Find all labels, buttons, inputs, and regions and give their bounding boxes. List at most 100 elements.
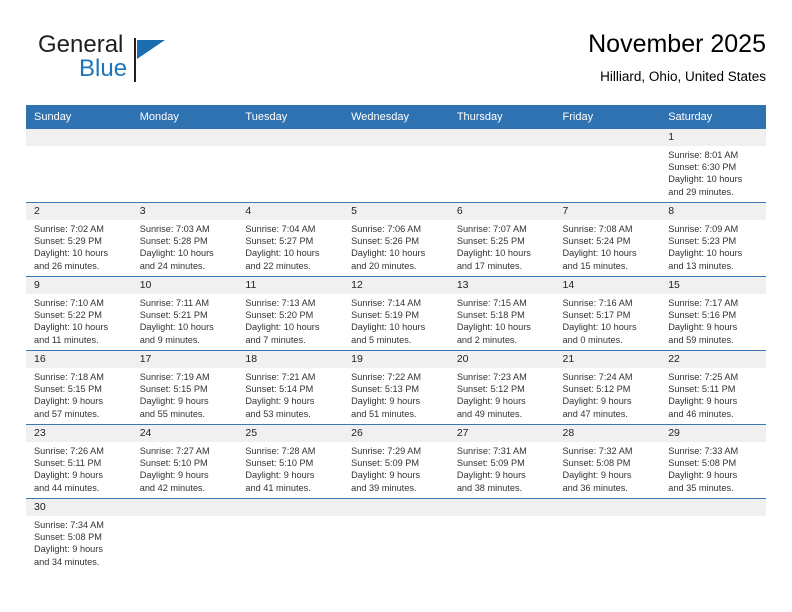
day-info-line: Sunset: 5:22 PM [34, 310, 102, 321]
calendar-day-cell[interactable]: 4 Sunrise: 7:04 AM Sunset: 5:27 PM Daylight… [237, 202, 344, 277]
calendar-day-cell[interactable]: 22 Sunrise: 7:25 AM Sunset: 5:11 PM Dayligh… [660, 350, 766, 425]
day-number: 21 [554, 351, 661, 368]
day-info-line: Sunset: 5:23 PM [668, 236, 737, 247]
calendar-empty-cell [343, 129, 449, 203]
day-number [343, 129, 449, 146]
calendar-empty-cell [26, 129, 132, 203]
day-number: 11 [237, 277, 344, 294]
weekday-header-friday: Friday [554, 105, 661, 129]
triangle-flag-icon [137, 40, 165, 59]
day-number: 19 [343, 351, 449, 368]
calendar-day-cell[interactable]: 24 Sunrise: 7:27 AM Sunset: 5:10 PM Dayligh… [131, 424, 238, 499]
day-cell-inner [554, 499, 661, 572]
day-info-line: Daylight: 10 hours [668, 174, 743, 185]
brand-name-blue: Blue [79, 55, 128, 82]
day-sun-info: Sunrise: 8:01 AM Sunset: 6:30 PM Daylight:… [660, 146, 766, 198]
calendar-day-cell[interactable]: 16 Sunrise: 7:18 AM Sunset: 5:15 PM Dayligh… [26, 350, 132, 425]
calendar-day-cell[interactable]: 3 Sunrise: 7:03 AM Sunset: 5:28 PM Daylight… [131, 202, 238, 277]
day-number: 20 [448, 351, 555, 368]
day-info-line: Daylight: 9 hours [668, 470, 738, 481]
day-info-line: Sunrise: 7:34 AM [34, 520, 104, 530]
day-cell-inner: 13 Sunrise: 7:15 AM Sunset: 5:18 PM Dayligh… [448, 277, 555, 350]
day-number: 26 [343, 425, 449, 442]
day-number [237, 129, 344, 146]
calendar-day-cell[interactable]: 8 Sunrise: 7:09 AM Sunset: 5:23 PM Daylight… [660, 202, 766, 277]
calendar-day-cell[interactable]: 15 Sunrise: 7:17 AM Sunset: 5:16 PM Dayligh… [660, 276, 766, 351]
day-info-line: Sunset: 5:21 PM [139, 310, 208, 321]
day-info-line: Daylight: 10 hours [139, 248, 214, 259]
day-info-line: Sunrise: 7:25 AM [668, 372, 739, 382]
calendar-day-cell[interactable]: 25 Sunrise: 7:28 AM Sunset: 5:10 PM Dayligh… [237, 424, 344, 499]
day-info-line: Daylight: 9 hours [34, 396, 103, 407]
day-number: 18 [237, 351, 344, 368]
day-number [554, 499, 661, 516]
day-sun-info: Sunrise: 7:09 AM Sunset: 5:23 PM Daylight:… [660, 220, 766, 272]
day-info-line: Daylight: 9 hours [456, 470, 526, 481]
day-info-line: Sunset: 5:27 PM [245, 236, 314, 247]
location-subtitle: Hilliard, Ohio, United States [600, 69, 766, 84]
calendar-week-row: 1 Sunrise: 8:01 AM Sunset: 6:30 PM Daylight… [26, 129, 766, 203]
day-info-line: Sunset: 5:11 PM [668, 384, 736, 395]
calendar-day-cell[interactable]: 1 Sunrise: 8:01 AM Sunset: 6:30 PM Daylight… [660, 129, 766, 203]
day-cell-inner: 30 Sunrise: 7:34 AM Sunset: 5:08 PM Dayligh… [26, 499, 132, 572]
calendar-header-row: Sunday Monday Tuesday Wednesday Thursday… [26, 105, 766, 129]
day-info-line: Sunset: 5:10 PM [139, 458, 208, 469]
calendar-day-cell[interactable]: 17 Sunrise: 7:19 AM Sunset: 5:15 PM Dayligh… [131, 350, 238, 425]
day-sun-info: Sunrise: 7:10 AM Sunset: 5:22 PM Daylight:… [26, 294, 132, 346]
brand-logo[interactable]: General Blue [38, 32, 218, 94]
day-number: 1 [660, 129, 766, 146]
calendar-day-cell[interactable]: 21 Sunrise: 7:24 AM Sunset: 5:12 PM Dayligh… [554, 350, 661, 425]
day-info-line: and 20 minutes. [351, 260, 417, 271]
calendar-day-cell[interactable]: 5 Sunrise: 7:06 AM Sunset: 5:26 PM Daylight… [343, 202, 449, 277]
day-info-line: Sunrise: 7:15 AM [456, 298, 527, 308]
day-number [26, 129, 132, 146]
brand-divider [134, 38, 136, 82]
day-sun-info: Sunrise: 7:24 AM Sunset: 5:12 PM Daylight:… [555, 368, 661, 420]
day-cell-inner [448, 129, 555, 202]
calendar-day-cell[interactable]: 13 Sunrise: 7:15 AM Sunset: 5:18 PM Dayligh… [448, 276, 555, 351]
day-info-line: and 38 minutes. [456, 482, 523, 493]
day-info-line: Sunrise: 8:01 AM [668, 150, 739, 160]
calendar-week-row: 9 Sunrise: 7:10 AM Sunset: 5:22 PM Daylight… [26, 276, 766, 351]
calendar-day-cell[interactable]: 23 Sunrise: 7:26 AM Sunset: 5:11 PM Dayligh… [26, 424, 132, 499]
day-info-line: Sunrise: 7:11 AM [139, 298, 209, 308]
day-info-line: and 29 minutes. [668, 186, 734, 197]
weekday-header-saturday: Saturday [660, 105, 766, 129]
calendar-day-cell[interactable]: 30 Sunrise: 7:34 AM Sunset: 5:08 PM Dayligh… [26, 498, 132, 572]
day-info-line: Sunset: 5:29 PM [34, 236, 102, 247]
calendar-day-cell[interactable]: 19 Sunrise: 7:22 AM Sunset: 5:13 PM Dayligh… [343, 350, 449, 425]
calendar-day-cell[interactable]: 10 Sunrise: 7:11 AM Sunset: 5:21 PM Dayligh… [131, 276, 238, 351]
day-info-line: Daylight: 9 hours [562, 396, 632, 407]
day-info-line: Sunset: 5:11 PM [34, 458, 102, 469]
day-info-line: and 34 minutes. [34, 556, 100, 567]
calendar-day-cell[interactable]: 2 Sunrise: 7:02 AM Sunset: 5:29 PM Daylight… [26, 202, 132, 277]
day-info-line: Sunset: 5:09 PM [351, 458, 420, 469]
day-info-line: Sunrise: 7:03 AM [139, 224, 210, 234]
calendar-day-cell[interactable]: 27 Sunrise: 7:31 AM Sunset: 5:09 PM Dayligh… [448, 424, 555, 499]
day-info-line: and 22 minutes. [245, 260, 311, 271]
day-info-line: Sunrise: 7:02 AM [34, 224, 104, 234]
day-info-line: Sunset: 5:10 PM [245, 458, 314, 469]
calendar-day-cell[interactable]: 14 Sunrise: 7:16 AM Sunset: 5:17 PM Dayligh… [554, 276, 661, 351]
calendar-day-cell[interactable]: 26 Sunrise: 7:29 AM Sunset: 5:09 PM Dayligh… [343, 424, 449, 499]
day-info-line: Daylight: 9 hours [668, 396, 738, 407]
calendar-day-cell[interactable]: 29 Sunrise: 7:33 AM Sunset: 5:08 PM Dayligh… [660, 424, 766, 499]
day-info-line: Sunset: 5:18 PM [456, 310, 525, 321]
day-cell-inner: 7 Sunrise: 7:08 AM Sunset: 5:24 PM Daylight… [554, 203, 661, 276]
calendar-day-cell[interactable]: 11 Sunrise: 7:13 AM Sunset: 5:20 PM Dayligh… [237, 276, 344, 351]
calendar-day-cell[interactable]: 18 Sunrise: 7:21 AM Sunset: 5:14 PM Dayligh… [237, 350, 344, 425]
calendar-day-cell[interactable]: 12 Sunrise: 7:14 AM Sunset: 5:19 PM Dayligh… [343, 276, 449, 351]
weekday-header-sunday: Sunday [26, 105, 132, 129]
calendar-day-cell[interactable]: 6 Sunrise: 7:07 AM Sunset: 5:25 PM Daylight… [448, 202, 555, 277]
day-cell-inner [660, 499, 766, 572]
calendar-day-cell[interactable]: 7 Sunrise: 7:08 AM Sunset: 5:24 PM Daylight… [554, 202, 661, 277]
day-cell-inner: 12 Sunrise: 7:14 AM Sunset: 5:19 PM Dayligh… [343, 277, 449, 350]
day-info-line: and 35 minutes. [668, 482, 734, 493]
day-info-line: and 55 minutes. [139, 408, 206, 419]
calendar-day-cell[interactable]: 9 Sunrise: 7:10 AM Sunset: 5:22 PM Daylight… [26, 276, 132, 351]
day-info-line: Sunrise: 7:31 AM [456, 446, 527, 456]
calendar-day-cell[interactable]: 20 Sunrise: 7:23 AM Sunset: 5:12 PM Dayligh… [448, 350, 555, 425]
day-number: 7 [554, 203, 661, 220]
calendar-page: General Blue November 2025 Hilliard, Ohi… [0, 0, 792, 612]
calendar-day-cell[interactable]: 28 Sunrise: 7:32 AM Sunset: 5:08 PM Dayligh… [554, 424, 661, 499]
